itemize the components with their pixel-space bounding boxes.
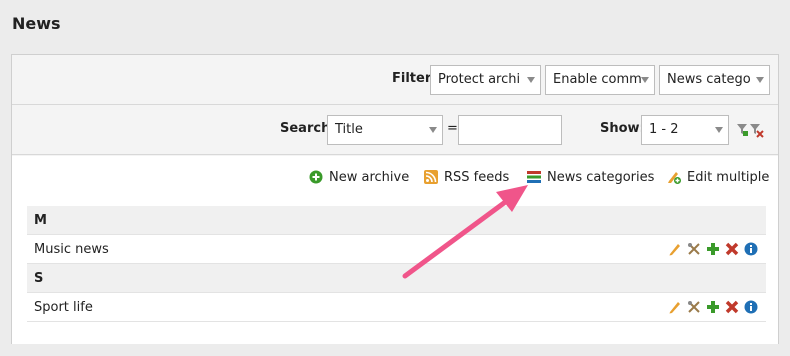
chevron-down-icon: [527, 77, 535, 83]
show-select[interactable]: 1 - 2: [641, 115, 729, 145]
news-categories-select[interactable]: News catego: [659, 65, 770, 95]
tools-icon[interactable]: [687, 300, 701, 314]
row-actions: [668, 300, 758, 314]
group-header-m: M: [27, 206, 766, 235]
news-panel: Filter: Protect archi Enable comm News c…: [11, 54, 779, 344]
search-bar: Search: Title = Show: 1 - 2: [12, 105, 778, 155]
search-input[interactable]: [458, 115, 562, 145]
rss-icon: [424, 170, 438, 184]
group-letter: S: [34, 270, 44, 286]
news-categories-button[interactable]: News categories: [527, 167, 654, 187]
group-letter: M: [34, 212, 47, 228]
pencil-icon[interactable]: [668, 300, 682, 314]
delete-icon[interactable]: [725, 242, 739, 256]
info-icon[interactable]: [744, 300, 758, 314]
categories-icon: [527, 171, 541, 183]
edit-multiple-icon: [668, 172, 681, 184]
protect-archive-select-value: Protect archi: [438, 72, 521, 87]
news-table: M Music news S Sport life: [27, 206, 766, 322]
filter-bar: Filter: Protect archi Enable comm News c…: [12, 55, 778, 105]
content-area: New archive RSS feeds News categories Ed…: [12, 156, 778, 344]
row-title[interactable]: Music news: [34, 242, 109, 257]
enable-comments-select-value: Enable comm: [553, 72, 642, 87]
search-field-select[interactable]: Title: [327, 115, 443, 145]
chevron-down-icon: [756, 77, 764, 83]
edit-multiple-button[interactable]: Edit multiple: [667, 167, 769, 187]
filter-actions-icon[interactable]: [736, 122, 766, 138]
new-archive-button[interactable]: New archive: [309, 167, 409, 187]
rss-feeds-label: RSS feeds: [444, 169, 510, 185]
row-title[interactable]: Sport life: [34, 300, 93, 315]
chevron-down-icon: [641, 77, 649, 83]
enable-comments-select[interactable]: Enable comm: [545, 65, 655, 95]
chevron-down-icon: [715, 127, 723, 133]
plus-circle-icon: [309, 170, 323, 184]
new-archive-label: New archive: [329, 169, 410, 185]
delete-icon[interactable]: [725, 300, 739, 314]
protect-archive-select[interactable]: Protect archi: [430, 65, 541, 95]
show-select-value: 1 - 2: [649, 122, 679, 137]
table-row[interactable]: Music news: [27, 235, 766, 264]
info-icon[interactable]: [744, 242, 758, 256]
edit-multiple-label: Edit multiple: [687, 169, 770, 185]
show-label: Show:: [600, 121, 645, 136]
rss-feeds-button[interactable]: RSS feeds: [424, 167, 509, 187]
tools-icon[interactable]: [687, 242, 701, 256]
search-operator: =: [447, 121, 458, 136]
group-header-s: S: [27, 264, 766, 293]
page-title: News: [12, 14, 61, 33]
plus-icon[interactable]: [706, 242, 720, 256]
chevron-down-icon: [429, 127, 437, 133]
news-categories-label: News categories: [547, 169, 655, 185]
table-row[interactable]: Sport life: [27, 293, 766, 322]
row-actions: [668, 242, 758, 256]
pencil-icon[interactable]: [668, 242, 682, 256]
search-field-value: Title: [335, 122, 363, 137]
news-categories-select-value: News catego: [667, 72, 751, 87]
plus-icon[interactable]: [706, 300, 720, 314]
